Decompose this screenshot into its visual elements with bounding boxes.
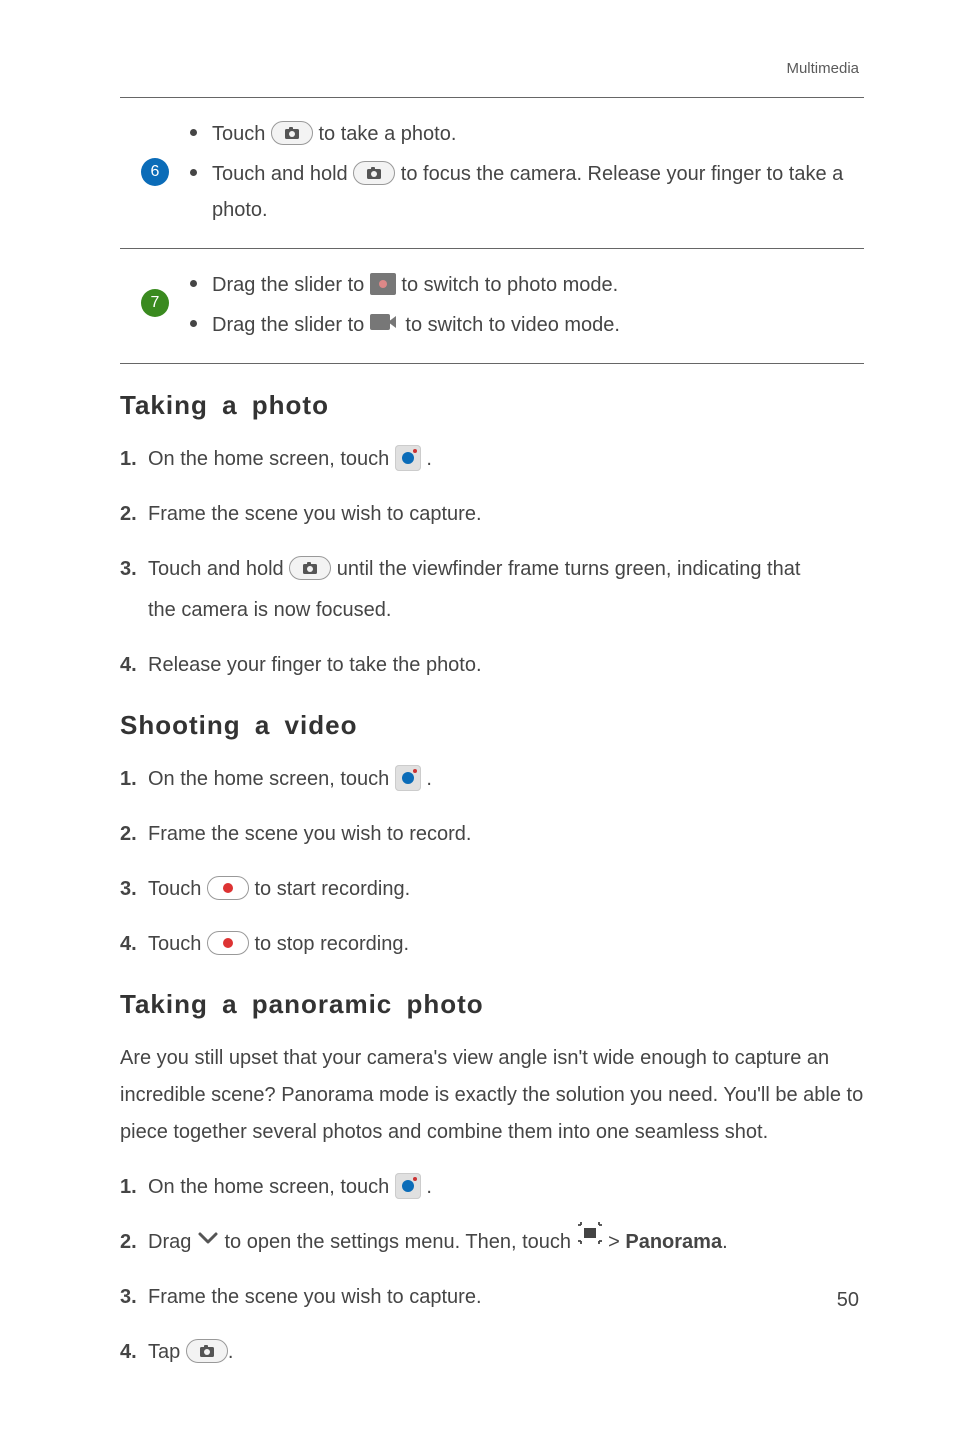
heading-taking-photo: Taking a photo [120, 390, 864, 421]
list-item: 3. Touch and hold until the viewfinder f… [120, 551, 864, 629]
page-header-label: Multimedia [120, 60, 864, 77]
chevron-down-icon [197, 1222, 219, 1259]
step-number: 4. [120, 647, 137, 684]
text: to switch to video mode. [405, 314, 620, 336]
camera-app-icon [395, 765, 421, 791]
list-item: Drag the slider to to switch to photo mo… [190, 267, 864, 303]
text: Drag the slider to [212, 314, 370, 336]
text: . [426, 1176, 432, 1198]
step-number: 1. [120, 761, 137, 798]
step-number: 2. [120, 816, 137, 853]
text: to start recording. [255, 878, 411, 900]
text: . [228, 1341, 234, 1363]
heading-shooting-video: Shooting a video [120, 710, 864, 741]
shutter-icon [271, 121, 313, 145]
step-number: 3. [120, 871, 137, 908]
list-item: 1. On the home screen, touch . [120, 1169, 864, 1206]
text: to focus the camera. Release your finger… [401, 163, 789, 185]
text: On the home screen, touch [148, 448, 395, 470]
list-item: Touch to take a photo. [190, 116, 864, 152]
text: On the home screen, touch [148, 768, 395, 790]
list-item: 3. Frame the scene you wish to capture. [120, 1279, 864, 1316]
text: to open the settings menu. Then, touch [224, 1231, 576, 1253]
record-icon [207, 931, 249, 955]
text: to take a photo. [319, 123, 457, 145]
video-mode-icon [370, 314, 400, 334]
page-number: 50 [837, 1289, 859, 1312]
text: Frame the scene you wish to record. [148, 823, 471, 845]
text: Frame the scene you wish to capture. [148, 1286, 482, 1308]
text: to switch to photo mode. [401, 274, 618, 296]
text: . [426, 768, 432, 790]
step-badge-7: 7 [141, 289, 169, 317]
list-item: Drag the slider to to switch to video mo… [190, 307, 864, 343]
text: . [426, 448, 432, 470]
list-item: 4. Touch to stop recording. [120, 926, 864, 963]
heading-panoramic: Taking a panoramic photo [120, 989, 864, 1020]
step-number: 3. [120, 551, 137, 588]
divider [120, 363, 864, 364]
text: Release your finger to take the photo. [148, 654, 482, 676]
shutter-icon [353, 161, 395, 185]
step-number: 4. [120, 926, 137, 963]
text: . [722, 1231, 728, 1253]
capture-mode-icon [577, 1221, 603, 1258]
table-row: 6 Touch to take a photo. Touch and hold … [120, 98, 864, 248]
shutter-icon [186, 1339, 228, 1363]
step-badge-6: 6 [141, 158, 169, 186]
text: the camera is now focused. [148, 592, 864, 629]
text: Touch and hold [212, 163, 353, 185]
text: Touch [148, 878, 207, 900]
step-number: 1. [120, 441, 137, 478]
paragraph: Are you still upset that your camera's v… [120, 1040, 864, 1151]
text: Tap [148, 1341, 186, 1363]
shutter-icon [289, 556, 331, 580]
list-item: 4. Release your finger to take the photo… [120, 647, 864, 684]
text: Touch [148, 933, 207, 955]
text: until the viewfinder frame turns green, … [337, 558, 801, 580]
text: Touch [212, 123, 271, 145]
table-row: 7 Drag the slider to to switch to photo … [120, 249, 864, 363]
list-item: 1. On the home screen, touch . [120, 441, 864, 478]
text: Touch and hold [148, 558, 289, 580]
list-item: 4. Tap . [120, 1334, 864, 1371]
step-number: 4. [120, 1334, 137, 1371]
list-item: 2. Drag to open the settings menu. Then,… [120, 1224, 864, 1261]
record-icon [207, 876, 249, 900]
text: On the home screen, touch [148, 1176, 395, 1198]
text: Drag [148, 1231, 197, 1253]
step-number: 2. [120, 1224, 137, 1261]
camera-app-icon [395, 1173, 421, 1199]
instruction-table: 6 Touch to take a photo. Touch and hold … [120, 98, 864, 364]
list-item: 1. On the home screen, touch . [120, 761, 864, 798]
list-item: 2. Frame the scene you wish to capture. [120, 496, 864, 533]
photo-mode-icon [370, 273, 396, 295]
list-item: Touch and hold to focus the camera. Rele… [190, 156, 864, 228]
list-item: 3. Touch to start recording. [120, 871, 864, 908]
text: > [608, 1231, 625, 1253]
list-item: 2. Frame the scene you wish to record. [120, 816, 864, 853]
camera-app-icon [395, 445, 421, 471]
step-number: 1. [120, 1169, 137, 1206]
step-number: 2. [120, 496, 137, 533]
text: Frame the scene you wish to capture. [148, 503, 482, 525]
text: to stop recording. [255, 933, 410, 955]
menu-label-panorama: Panorama [625, 1231, 722, 1253]
step-number: 3. [120, 1279, 137, 1316]
text: Drag the slider to [212, 274, 370, 296]
